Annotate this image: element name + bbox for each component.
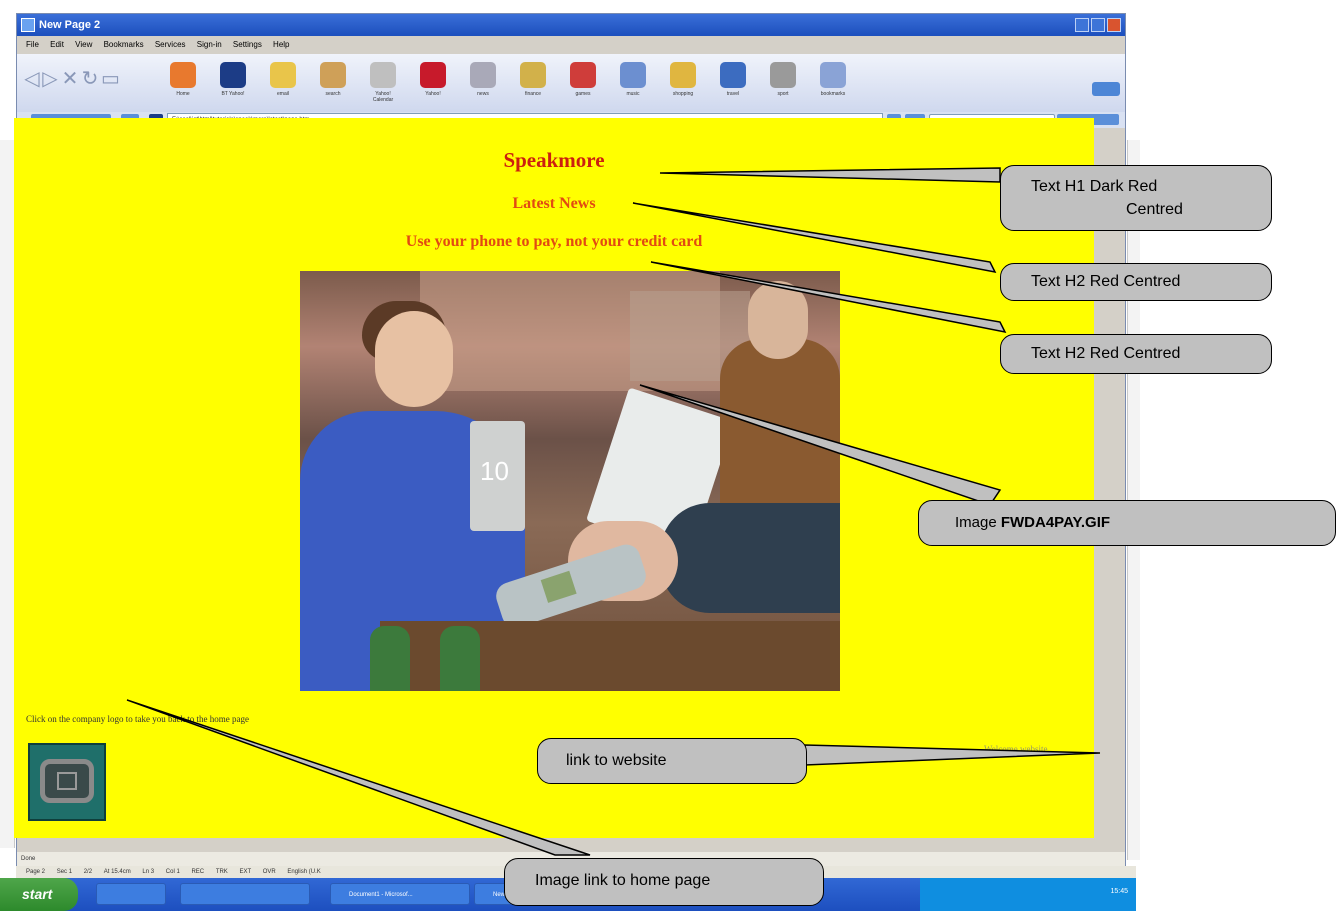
callout-website: link to website — [537, 738, 807, 784]
callout-h2-headline: Text H2 Red Centred — [1000, 334, 1272, 374]
callout-h2-latest: Text H2 Red Centred — [1000, 263, 1272, 301]
callout-image: Image FWDA4PAY.GIF — [918, 500, 1336, 546]
callout-h1: Text H1 Dark Red Centred — [1000, 165, 1272, 231]
callout-home-image: Image link to home page — [504, 858, 824, 906]
